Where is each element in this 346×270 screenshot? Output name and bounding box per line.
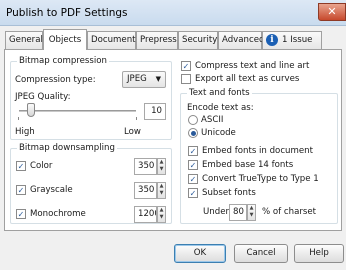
- close-button[interactable]: ✕: [318, 3, 346, 21]
- close-icon: ✕: [327, 5, 337, 18]
- tab-label: Objects: [48, 35, 82, 45]
- tab-objects[interactable]: Objects: [43, 29, 87, 50]
- group-title: Text and fonts: [187, 88, 252, 98]
- grayscale-label: Grayscale: [30, 185, 73, 195]
- slider-tick: [18, 117, 19, 120]
- unicode-label: Unicode: [201, 128, 236, 138]
- chevron-down-icon: ▼: [155, 75, 161, 83]
- tab-label: Document: [91, 35, 136, 45]
- convert-truetype-label: Convert TrueType to Type 1: [202, 174, 319, 184]
- slider-tick: [136, 117, 137, 120]
- export-curves-label: Export all text as curves: [195, 74, 300, 84]
- tab-label: Advanced: [222, 35, 265, 45]
- tab-document[interactable]: Document: [87, 31, 136, 49]
- jpeg-quality-input[interactable]: 10: [144, 103, 166, 120]
- encode-text-label: Encode text as:: [187, 103, 254, 113]
- monochrome-dpi-stepper[interactable]: ▲ ▼: [157, 206, 166, 223]
- cancel-button[interactable]: Cancel: [234, 244, 288, 263]
- group-title: Bitmap compression: [17, 56, 109, 66]
- color-dpi-input[interactable]: 350: [134, 158, 157, 175]
- slider-high-label: High: [15, 127, 35, 137]
- tab-advanced[interactable]: Advanced: [218, 31, 265, 49]
- ascii-radio[interactable]: [188, 115, 198, 125]
- monochrome-label: Monochrome: [30, 209, 86, 219]
- help-button[interactable]: Help: [294, 244, 344, 263]
- grayscale-dpi-stepper[interactable]: ▲ ▼: [157, 182, 166, 199]
- subset-fonts-checkbox[interactable]: [188, 188, 198, 198]
- grayscale-checkbox[interactable]: [16, 185, 26, 195]
- group-title: Bitmap downsampling: [17, 143, 117, 153]
- monochrome-dpi-input[interactable]: 1200: [134, 206, 157, 223]
- embed-fonts-label: Embed fonts in document: [202, 146, 313, 156]
- compression-type-label: Compression type:: [15, 75, 96, 85]
- convert-truetype-checkbox[interactable]: [188, 174, 198, 184]
- grayscale-dpi-input[interactable]: 350: [134, 182, 157, 199]
- color-checkbox[interactable]: [16, 161, 26, 171]
- tab-prepress[interactable]: Prepress: [136, 31, 178, 49]
- color-label: Color: [30, 161, 53, 171]
- subset-threshold-stepper[interactable]: ▲ ▼: [247, 204, 256, 221]
- ok-button[interactable]: OK: [174, 244, 226, 263]
- ascii-label: ASCII: [201, 115, 224, 125]
- export-curves-checkbox[interactable]: [181, 74, 191, 84]
- tab-label: Prepress: [140, 35, 177, 45]
- color-dpi-stepper[interactable]: ▲ ▼: [157, 158, 166, 175]
- embed-fonts-checkbox[interactable]: [188, 146, 198, 156]
- jpeg-quality-label: JPEG Quality:: [15, 92, 71, 102]
- tab-issues[interactable]: i 1 Issue: [262, 31, 322, 49]
- under-label: Under: [203, 207, 230, 217]
- info-icon: i: [266, 34, 278, 46]
- compress-text-label: Compress text and line art: [195, 61, 310, 71]
- tab-label: 1 Issue: [282, 35, 313, 45]
- monochrome-checkbox[interactable]: [16, 209, 26, 219]
- tab-label: Security: [182, 35, 218, 45]
- slider-low-label: Low: [124, 127, 141, 137]
- embed-base14-label: Embed base 14 fonts: [202, 160, 294, 170]
- tab-general[interactable]: General: [5, 31, 43, 49]
- subset-fonts-label: Subset fonts: [202, 188, 256, 198]
- embed-base14-checkbox[interactable]: [188, 160, 198, 170]
- subset-threshold-input[interactable]: 80: [229, 204, 247, 221]
- compress-text-checkbox[interactable]: [181, 61, 191, 71]
- compression-type-value: JPEG: [127, 74, 147, 84]
- tab-security[interactable]: Security: [178, 31, 218, 49]
- jpeg-quality-slider-thumb[interactable]: [26, 103, 35, 117]
- window-title: Publish to PDF Settings: [6, 7, 128, 19]
- compression-type-select[interactable]: JPEG ▼: [122, 71, 166, 88]
- jpeg-quality-slider-track[interactable]: [19, 110, 136, 112]
- tab-label: General: [9, 35, 43, 45]
- percent-charset-label: % of charset: [262, 207, 317, 217]
- unicode-radio[interactable]: [188, 128, 198, 138]
